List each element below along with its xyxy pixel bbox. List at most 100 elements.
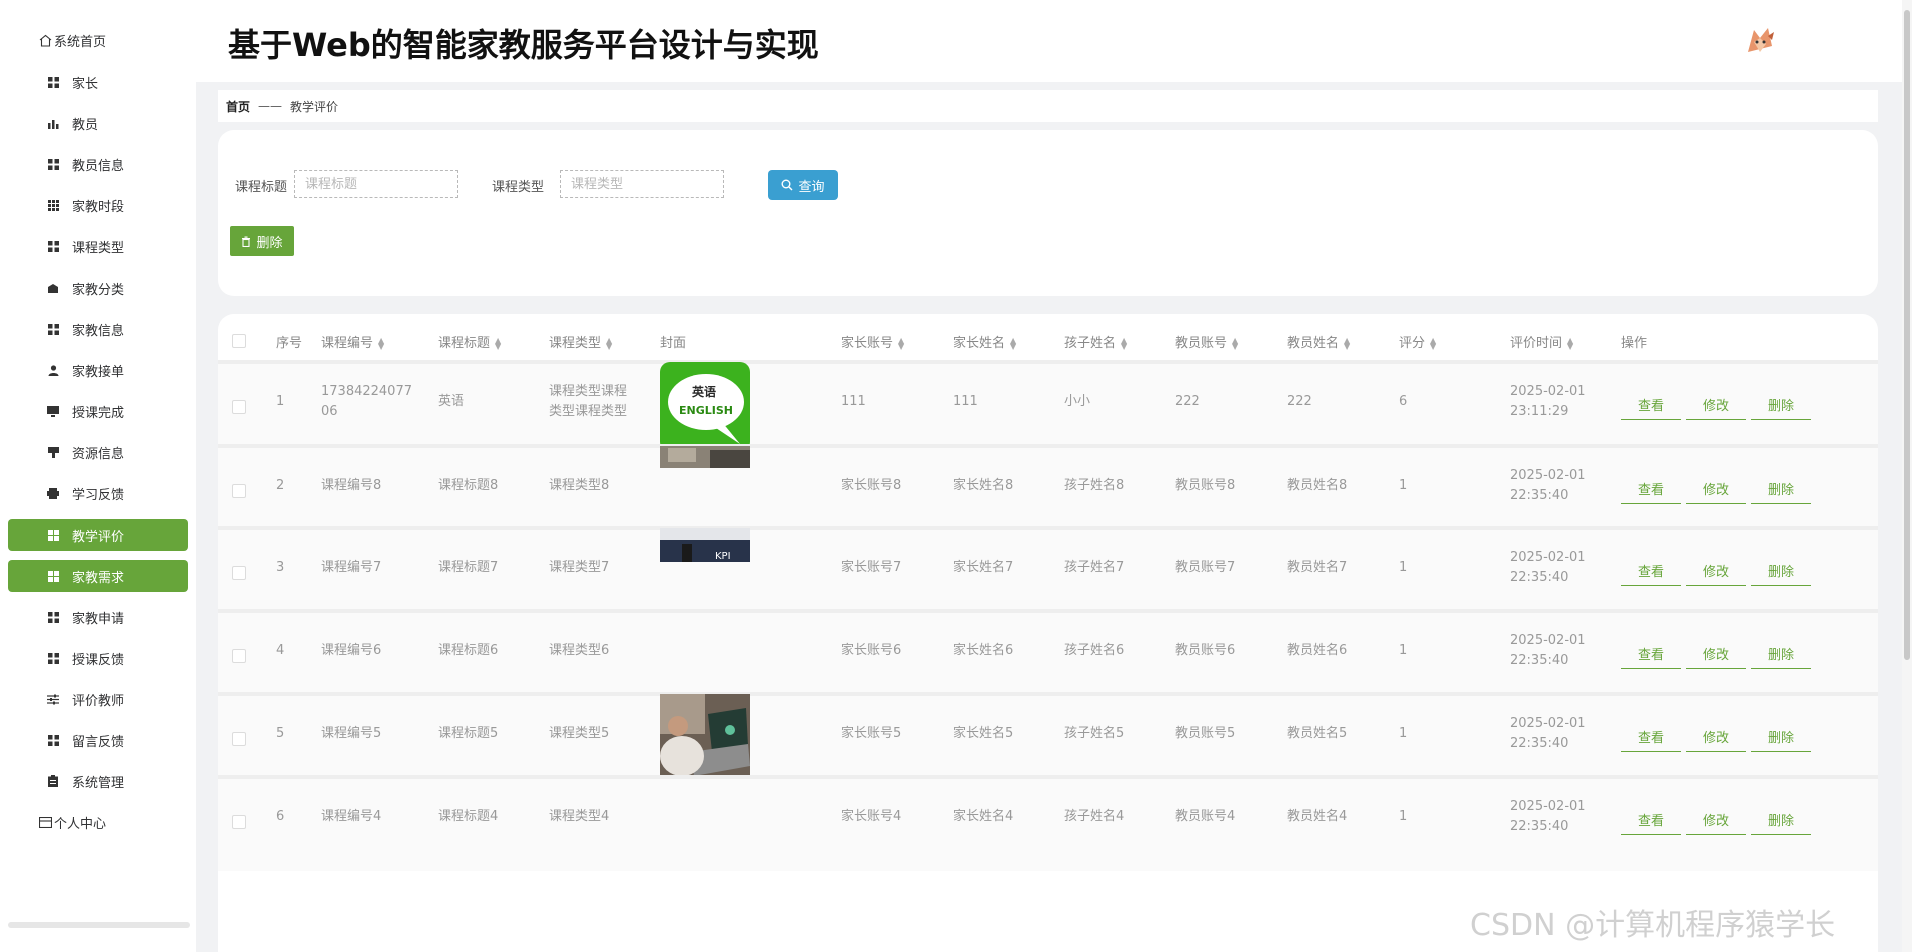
sidebar-item-3[interactable]: 教员信息: [8, 148, 188, 180]
column-header-3[interactable]: 课程类型 ▲ ▼: [549, 332, 612, 351]
column-header-1[interactable]: 课程编号 ▲ ▼: [321, 332, 384, 351]
select-all-checkbox[interactable]: [232, 334, 246, 348]
sidebar-item-18[interactable]: 系统管理: [8, 765, 188, 797]
view-button[interactable]: 查看: [1621, 474, 1681, 504]
course-title-input[interactable]: [294, 170, 458, 198]
cell-title: 课程标题8: [438, 478, 499, 493]
row-checkbox[interactable]: [232, 400, 246, 414]
sort-caret-icon[interactable]: ▲ ▼: [495, 336, 501, 350]
column-header-12: 操作: [1621, 332, 1647, 351]
column-header-8[interactable]: 教员账号 ▲ ▼: [1175, 332, 1238, 351]
sidebar-item-14[interactable]: 家教申请: [8, 601, 188, 633]
delete-button[interactable]: 删除: [1751, 722, 1811, 752]
sort-caret-icon[interactable]: ▲ ▼: [378, 336, 384, 350]
view-button[interactable]: 查看: [1621, 390, 1681, 420]
sidebar-item-17[interactable]: 留言反馈: [8, 724, 188, 756]
sidebar-item-11[interactable]: 学习反馈: [8, 477, 188, 509]
sort-caret-icon[interactable]: ▲ ▼: [606, 336, 612, 350]
column-header-11[interactable]: 评价时间 ▲ ▼: [1510, 332, 1573, 351]
table-row: 3 课程编号7 课程标题7 课程类型7 家长账号7 家长姓名7 孩子姓名7 教员账号7 教员姓名…: [218, 526, 1878, 622]
edit-button[interactable]: 修改: [1686, 556, 1746, 586]
cover-image: [660, 446, 750, 536]
sidebar-item-label: 授课反馈: [72, 652, 125, 668]
cell-score: 6: [1399, 394, 1408, 409]
view-button[interactable]: 查看: [1621, 805, 1681, 835]
delete-button[interactable]: 删除: [1751, 639, 1811, 669]
row-checkbox[interactable]: [232, 649, 246, 663]
view-button[interactable]: 查看: [1621, 722, 1681, 752]
sidebar-item-label: 系统管理: [72, 775, 125, 791]
sort-caret-icon[interactable]: ▲ ▼: [1344, 336, 1350, 350]
edit-button[interactable]: 修改: [1686, 722, 1746, 752]
sidebar-item-label: 学习反馈: [72, 487, 125, 503]
column-header-label: 课程类型: [549, 336, 602, 351]
cell-type: 课程类型7: [549, 560, 610, 575]
sidebar-item-2[interactable]: 教员: [8, 107, 188, 139]
batch-delete-button[interactable]: 删除: [230, 226, 294, 256]
sidebar-item-13[interactable]: 家教需求: [8, 560, 188, 592]
sidebar-item-15[interactable]: 授课反馈: [8, 642, 188, 674]
course-type-input[interactable]: [560, 170, 724, 198]
sidebar-item-label: 评价教师: [72, 693, 125, 709]
cell-code: 课程编号8: [321, 478, 382, 493]
sidebar-item-5[interactable]: 课程类型: [8, 230, 188, 262]
edit-button[interactable]: 修改: [1686, 474, 1746, 504]
edit-button[interactable]: 修改: [1686, 805, 1746, 835]
delete-button[interactable]: 删除: [1751, 390, 1811, 420]
cell-child: 孩子姓名7: [1064, 560, 1125, 575]
cell-parent-acc: 家长账号7: [841, 560, 902, 575]
avatar[interactable]: [1742, 22, 1778, 58]
page-scrollbar[interactable]: [1902, 0, 1912, 952]
column-header-5[interactable]: 家长账号 ▲ ▼: [841, 332, 904, 351]
cell-time: 2025-02-01 23:11:29: [1510, 384, 1586, 419]
sort-caret-icon[interactable]: ▲ ▼: [1010, 336, 1016, 350]
home-icon: [38, 33, 52, 47]
sidebar-item-4[interactable]: 家教时段: [8, 189, 188, 221]
flag-icon: [46, 445, 60, 459]
cell-time: 2025-02-01 22:35:40: [1510, 550, 1586, 585]
sort-caret-icon[interactable]: ▲ ▼: [1121, 336, 1127, 350]
column-header-9[interactable]: 教员姓名 ▲ ▼: [1287, 332, 1350, 351]
sidebar-item-1[interactable]: 家长: [8, 66, 188, 98]
column-header-7[interactable]: 孩子姓名 ▲ ▼: [1064, 332, 1127, 351]
view-button[interactable]: 查看: [1621, 556, 1681, 586]
sidebar-item-7[interactable]: 家教信息: [8, 313, 188, 345]
sidebar-item-19[interactable]: 个人中心: [8, 806, 188, 838]
cell-score: 1: [1399, 478, 1408, 493]
header: 基于Web的智能家教服务平台设计与实现: [196, 0, 1912, 82]
row-checkbox[interactable]: [232, 732, 246, 746]
edit-button[interactable]: 修改: [1686, 639, 1746, 669]
sidebar-item-0[interactable]: 系统首页: [8, 24, 188, 56]
sidebar-scrollbar[interactable]: [8, 922, 190, 928]
sidebar-item-12[interactable]: 教学评价: [8, 519, 188, 551]
cell-title: 课程标题7: [438, 560, 499, 575]
column-header-10[interactable]: 评分 ▲ ▼: [1399, 332, 1436, 351]
column-header-2[interactable]: 课程标题 ▲ ▼: [438, 332, 501, 351]
sliders-icon: [46, 692, 60, 706]
cell-score: 1: [1399, 560, 1408, 575]
sidebar-item-8[interactable]: 家教接单: [8, 354, 188, 386]
row-checkbox[interactable]: [232, 484, 246, 498]
cell-parent-acc: 家长账号4: [841, 809, 902, 824]
sort-caret-icon[interactable]: ▲ ▼: [1232, 336, 1238, 350]
sidebar-item-16[interactable]: 评价教师: [8, 683, 188, 715]
edit-button[interactable]: 修改: [1686, 390, 1746, 420]
delete-button[interactable]: 删除: [1751, 556, 1811, 586]
row-checkbox[interactable]: [232, 815, 246, 829]
sort-caret-icon[interactable]: ▲ ▼: [1430, 336, 1436, 350]
search-icon: [781, 179, 793, 191]
query-button[interactable]: 查询: [768, 170, 838, 200]
delete-button[interactable]: 删除: [1751, 805, 1811, 835]
cell-child: 孩子姓名8: [1064, 478, 1125, 493]
row-checkbox[interactable]: [232, 566, 246, 580]
sidebar-item-10[interactable]: 资源信息: [8, 436, 188, 468]
breadcrumb-home[interactable]: 首页: [226, 98, 250, 115]
sort-caret-icon[interactable]: ▲ ▼: [898, 336, 904, 350]
sidebar-item-9[interactable]: 授课完成: [8, 395, 188, 427]
delete-button[interactable]: 删除: [1751, 474, 1811, 504]
column-header-6[interactable]: 家长姓名 ▲ ▼: [953, 332, 1016, 351]
cell-teacher-acc: 教员账号5: [1175, 726, 1236, 741]
sort-caret-icon[interactable]: ▲ ▼: [1567, 336, 1573, 350]
view-button[interactable]: 查看: [1621, 639, 1681, 669]
sidebar-item-6[interactable]: 家教分类: [8, 272, 188, 304]
